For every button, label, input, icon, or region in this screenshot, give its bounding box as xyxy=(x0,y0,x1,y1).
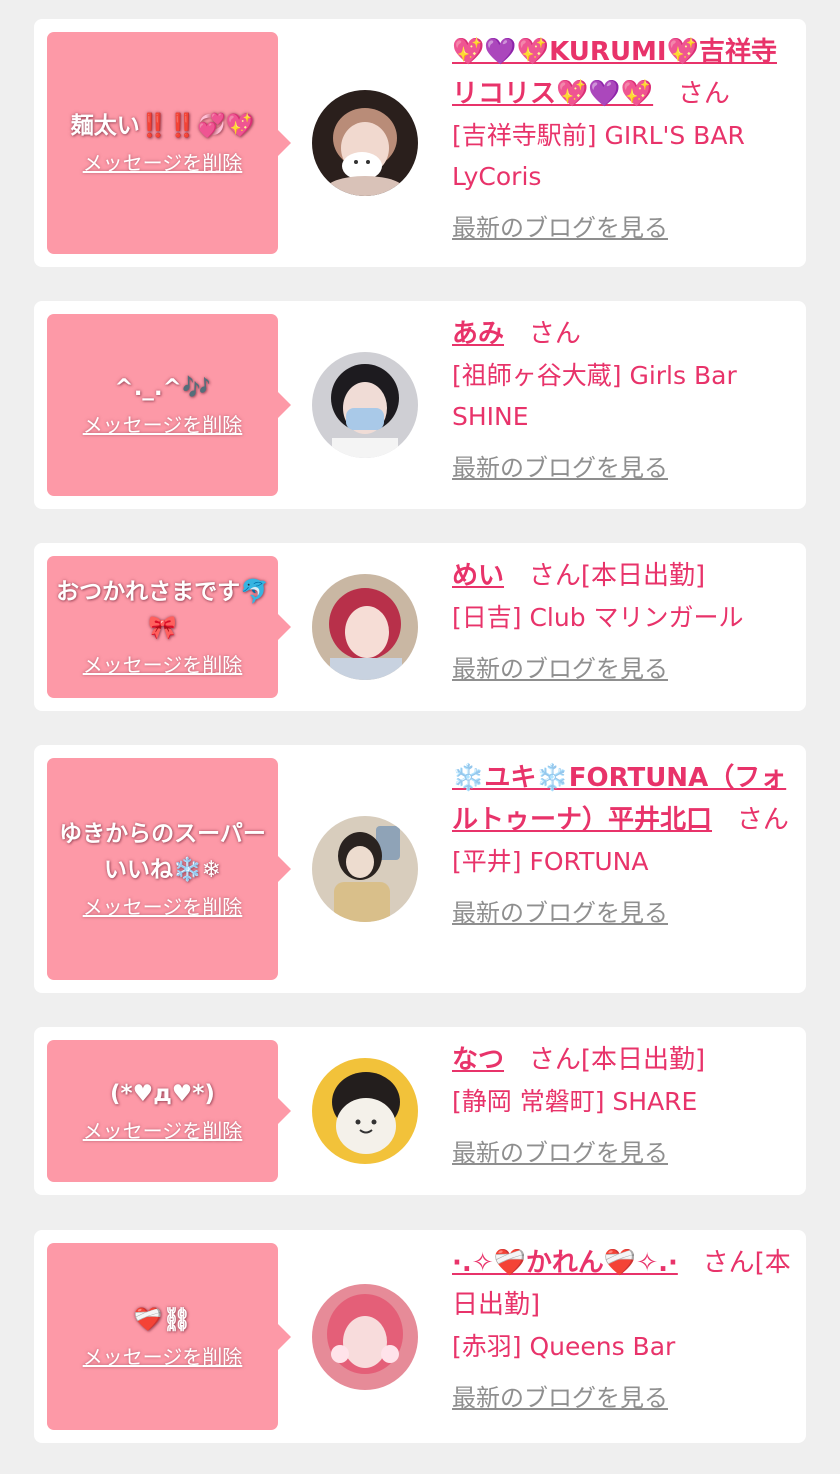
avatar[interactable] xyxy=(312,90,418,196)
honorific: さん xyxy=(528,561,581,591)
delete-message-link[interactable]: メッセージを削除 xyxy=(83,650,243,680)
latest-blog-link[interactable]: 最新のブログを見る xyxy=(452,451,668,485)
delete-message-link[interactable]: メッセージを削除 xyxy=(83,1116,243,1146)
message-bubble: (*♥д♥*) メッセージを削除 xyxy=(47,1040,291,1182)
message-bubble: おつかれさまです🐬🎀 メッセージを削除 xyxy=(47,556,291,698)
latest-blog-link[interactable]: 最新のブログを見る xyxy=(452,1381,668,1415)
avatar-photo-image xyxy=(312,816,418,922)
honorific: さん xyxy=(528,1045,581,1075)
latest-blog-link[interactable]: 最新のブログを見る xyxy=(452,896,668,930)
message-card: ゆきからのスーパーいいね❄️❄ メッセージを削除 ❄️ユキ❄️FORTUNA（フ… xyxy=(34,745,806,993)
girl-info: あみ さん [祖師ヶ谷大蔵] Girls Bar SHINE 最新のブログを見る xyxy=(452,313,798,485)
shop-name: [平井] FORTUNA xyxy=(452,847,649,876)
honorific: さん xyxy=(528,319,581,349)
message-bubble: ^._.^🎶 メッセージを削除 xyxy=(47,314,291,496)
girl-info: ❄️ユキ❄️FORTUNA（フォルトゥーナ）平井北口 さん [平井] FORTU… xyxy=(452,757,798,930)
shop-name: [赤羽] Queens Bar xyxy=(452,1332,676,1361)
message-text: (*♥д♥*) xyxy=(110,1081,215,1107)
girl-name-link[interactable]: ·.✧❤️‍🩹かれん❤️‍🩹✧.· xyxy=(452,1248,678,1278)
message-text: ^._.^🎶 xyxy=(114,375,211,401)
honorific: さん xyxy=(677,79,730,109)
honorific: さん xyxy=(702,1248,755,1278)
avatar-photo-image xyxy=(312,574,418,680)
avatar[interactable] xyxy=(312,574,418,680)
avatar-photo-image xyxy=(312,90,418,196)
girl-name-link[interactable]: めい xyxy=(452,561,504,591)
latest-blog-link[interactable]: 最新のブログを見る xyxy=(452,652,668,686)
message-card: おつかれさまです🐬🎀 メッセージを削除 めい さん[本日出勤] [日吉] Clu… xyxy=(34,543,806,711)
honorific: さん xyxy=(736,805,789,835)
girl-info: なつ さん[本日出勤] [静岡 常磐町] SHARE 最新のブログを見る xyxy=(452,1039,798,1170)
status-label: [本日出勤] xyxy=(580,561,706,591)
latest-blog-link[interactable]: 最新のブログを見る xyxy=(452,211,668,245)
status-label: [本日出勤] xyxy=(580,1045,706,1075)
girl-info: ·.✧❤️‍🩹かれん❤️‍🩹✧.· さん[本日出勤] [赤羽] Queens B… xyxy=(452,1242,798,1415)
shop-name: [静岡 常磐町] SHARE xyxy=(452,1087,698,1116)
shop-name: [祖師ヶ谷大蔵] Girls Bar SHINE xyxy=(452,361,737,431)
message-card: ^._.^🎶 メッセージを削除 あみ さん [祖師ヶ谷大蔵] Girls Bar… xyxy=(34,301,806,509)
message-bubble: ❤️‍🩹⛓ メッセージを削除 xyxy=(47,1243,291,1430)
latest-blog-link[interactable]: 最新のブログを見る xyxy=(452,1136,668,1170)
avatar[interactable] xyxy=(312,1058,418,1164)
message-card: 麺太い‼️‼️💞💖 メッセージを削除 💖💜💖KURUMI💖吉祥寺リコリス💖💜💖 … xyxy=(34,19,806,267)
avatar[interactable] xyxy=(312,1284,418,1390)
shop-name: [日吉] Club マリンガール xyxy=(452,603,744,632)
girl-name-link[interactable]: あみ xyxy=(452,319,504,349)
avatar[interactable] xyxy=(312,352,418,458)
delete-message-link[interactable]: メッセージを削除 xyxy=(83,148,243,178)
avatar-photo-image xyxy=(312,1058,418,1164)
message-bubble: ゆきからのスーパーいいね❄️❄ メッセージを削除 xyxy=(47,758,291,980)
girl-info: めい さん[本日出勤] [日吉] Club マリンガール 最新のブログを見る xyxy=(452,555,798,686)
girl-name-link[interactable]: なつ xyxy=(452,1045,504,1075)
message-bubble: 麺太い‼️‼️💞💖 メッセージを削除 xyxy=(47,32,291,254)
avatar[interactable] xyxy=(312,816,418,922)
delete-message-link[interactable]: メッセージを削除 xyxy=(83,410,243,440)
message-text: おつかれさまです🐬🎀 xyxy=(56,579,269,641)
message-text: ゆきからのスーパーいいね❄️❄ xyxy=(59,821,266,883)
shop-name: [吉祥寺駅前] GIRL'S BAR LyCoris xyxy=(452,121,745,191)
avatar-photo-image xyxy=(312,1284,418,1390)
delete-message-link[interactable]: メッセージを削除 xyxy=(83,892,243,922)
message-text: ❤️‍🩹⛓ xyxy=(133,1306,192,1333)
message-text: 麺太い‼️‼️💞💖 xyxy=(70,113,255,139)
avatar-photo-image xyxy=(312,352,418,458)
girl-info: 💖💜💖KURUMI💖吉祥寺リコリス💖💜💖 さん [吉祥寺駅前] GIRL'S B… xyxy=(452,31,798,245)
message-card: (*♥д♥*) メッセージを削除 なつ さん[本日出勤] [静岡 常磐町] SH… xyxy=(34,1027,806,1195)
delete-message-link[interactable]: メッセージを削除 xyxy=(83,1342,243,1372)
message-card: ❤️‍🩹⛓ メッセージを削除 ·.✧❤️‍🩹かれん❤️‍🩹✧.· さん[本日出勤… xyxy=(34,1230,806,1443)
